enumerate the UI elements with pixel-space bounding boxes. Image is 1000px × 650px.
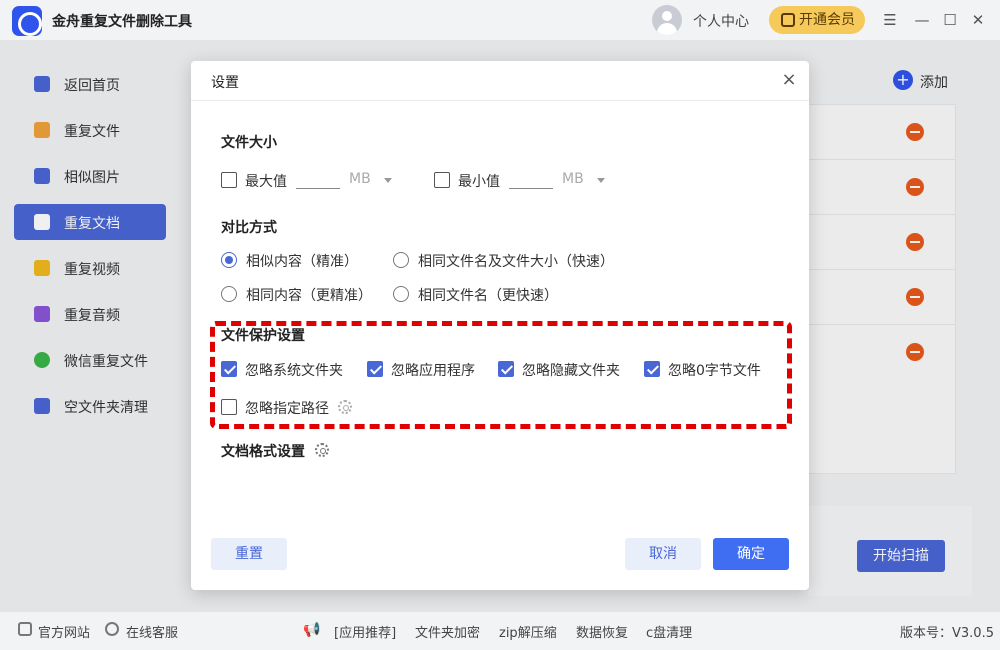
data-recovery-link[interactable]: 数据恢复	[576, 622, 628, 641]
radio-label: 相似内容（精准）	[246, 254, 358, 270]
sidebar-item-label: 相似图片	[64, 170, 120, 186]
max-size-input[interactable]	[296, 169, 340, 189]
remove-icon[interactable]	[906, 233, 924, 251]
close-window-icon[interactable]: ✕	[968, 10, 988, 30]
title-bar: 金舟重复文件删除工具 个人中心 开通会员 ☰ — ☐ ✕	[0, 0, 1000, 40]
sidebar-item-duplicate-audio[interactable]: 重复音频	[14, 296, 166, 332]
row-divider	[808, 324, 956, 325]
close-icon[interactable]: ×	[779, 70, 799, 90]
app-title: 金舟重复文件删除工具	[52, 14, 192, 30]
max-size-checkbox[interactable]	[221, 172, 237, 188]
headset-icon	[105, 622, 119, 636]
remove-icon[interactable]	[906, 178, 924, 196]
max-unit-label[interactable]: MB	[349, 171, 371, 187]
version-label: 版本号：V3.0.5	[900, 626, 994, 641]
sidebar-item-label: 微信重复文件	[64, 354, 148, 370]
radio-same-name[interactable]	[393, 286, 409, 302]
row-divider	[808, 214, 956, 215]
add-button-label[interactable]: 添加	[920, 72, 948, 92]
remove-icon[interactable]	[906, 288, 924, 306]
row-divider	[808, 159, 956, 160]
cancel-button[interactable]: 取消	[625, 538, 701, 570]
gear-icon[interactable]	[315, 443, 329, 457]
add-icon[interactable]: +	[893, 70, 913, 90]
home-icon	[34, 76, 50, 92]
confirm-button[interactable]: 确定	[713, 538, 789, 570]
min-size-input[interactable]	[509, 169, 553, 189]
minimize-icon[interactable]: —	[912, 10, 932, 30]
sidebar-item-label: 重复音频	[64, 308, 120, 324]
menu-icon[interactable]: ☰	[880, 10, 900, 30]
app-logo-icon	[12, 6, 42, 36]
radio-label: 相同内容（更精准）	[246, 288, 372, 304]
remove-icon[interactable]	[906, 343, 924, 361]
compare-title: 对比方式	[221, 220, 277, 236]
start-scan-button[interactable]: 开始扫描	[857, 540, 945, 572]
wechat-icon	[34, 352, 50, 368]
empty-folder-icon	[34, 398, 50, 414]
sidebar-item-label: 重复视频	[64, 262, 120, 278]
file-size-title: 文件大小	[221, 135, 277, 151]
max-size-label: 最大值	[245, 174, 287, 190]
audio-icon	[34, 306, 50, 322]
app-recommend-label: [应用推荐]	[334, 626, 397, 641]
dialog-title: 设置	[211, 75, 239, 91]
sidebar-item-label: 重复文件	[64, 124, 120, 140]
radio-same-name-size[interactable]	[393, 252, 409, 268]
footer: 官方网站 在线客服 📢 [应用推荐] 文件夹加密 zip解压缩 数据恢复 c盘清…	[0, 612, 1000, 650]
settings-dialog: 设置 × 文件大小 最大值 MB 最小值 MB 对比方式 相似内容（精准） 相同…	[191, 61, 809, 590]
sidebar-item-home[interactable]: 返回首页	[14, 66, 166, 102]
zip-link[interactable]: zip解压缩	[499, 622, 557, 641]
maximize-icon[interactable]: ☐	[940, 10, 960, 30]
image-icon	[34, 168, 50, 184]
vip-button[interactable]: 开通会员	[769, 6, 865, 34]
highlight-annotation	[210, 321, 792, 429]
official-site-link[interactable]: 官方网站	[38, 622, 90, 641]
radio-label: 相同文件名（更快速）	[418, 288, 558, 304]
video-icon	[34, 260, 50, 276]
sidebar-item-label: 返回首页	[64, 78, 120, 94]
monitor-icon	[18, 622, 32, 636]
sidebar-item-empty-folders[interactable]: 空文件夹清理	[14, 388, 166, 424]
radio-label: 相同文件名及文件大小（快速）	[418, 254, 614, 270]
sidebar-item-duplicate-documents[interactable]: 重复文档	[14, 204, 166, 240]
min-size-checkbox[interactable]	[434, 172, 450, 188]
min-size-label: 最小值	[458, 174, 500, 190]
remove-icon[interactable]	[906, 123, 924, 141]
radio-similar-content[interactable]	[221, 252, 237, 268]
vip-label: 开通会员	[799, 12, 855, 28]
chevron-down-icon[interactable]	[384, 178, 392, 183]
sidebar: 返回首页 重复文件 相似图片 重复文档 重复视频 重复音频 微信重复文件 空文件…	[0, 66, 180, 434]
user-center-link[interactable]: 个人中心	[693, 11, 749, 31]
divider	[191, 100, 809, 101]
folder-encrypt-link[interactable]: 文件夹加密	[415, 622, 480, 641]
doc-format-title: 文档格式设置	[221, 444, 305, 460]
sidebar-item-label: 空文件夹清理	[64, 400, 148, 416]
megaphone-icon: 📢	[303, 622, 321, 638]
row-divider	[808, 269, 956, 270]
sidebar-item-duplicate-videos[interactable]: 重复视频	[14, 250, 166, 286]
sidebar-item-wechat-duplicates[interactable]: 微信重复文件	[14, 342, 166, 378]
radio-same-content[interactable]	[221, 286, 237, 302]
folder-icon	[34, 122, 50, 138]
sidebar-item-label: 重复文档	[64, 216, 120, 232]
thumb-up-icon	[781, 13, 795, 27]
online-service-link[interactable]: 在线客服	[126, 622, 178, 641]
sidebar-item-duplicate-files[interactable]: 重复文件	[14, 112, 166, 148]
c-clean-link[interactable]: c盘清理	[646, 622, 692, 641]
document-icon	[34, 214, 50, 230]
min-unit-label[interactable]: MB	[562, 171, 584, 187]
reset-button[interactable]: 重置	[211, 538, 287, 570]
sidebar-item-similar-images[interactable]: 相似图片	[14, 158, 166, 194]
chevron-down-icon[interactable]	[597, 178, 605, 183]
avatar[interactable]	[652, 5, 682, 35]
